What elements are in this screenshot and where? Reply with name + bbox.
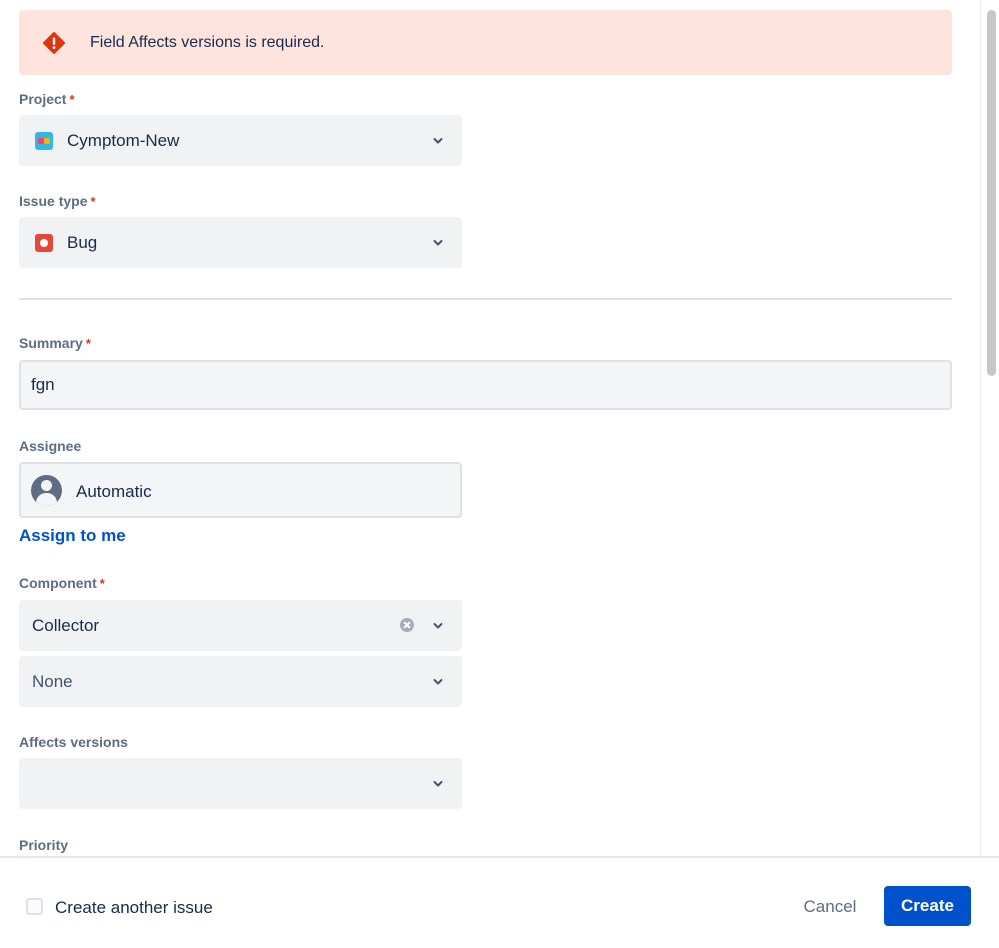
assignee-select[interactable]: Automatic	[19, 462, 462, 518]
project-label-text: Project	[19, 91, 67, 107]
priority-label-text: Priority	[19, 837, 69, 853]
chevron-down-icon	[432, 237, 444, 249]
issue-type-label: Issue type *	[19, 193, 96, 209]
create-another-label[interactable]: Create another issue	[55, 898, 213, 918]
summary-label-text: Summary	[19, 335, 83, 351]
chevron-down-icon	[432, 676, 444, 688]
required-marker: *	[85, 336, 91, 351]
create-issue-form: Field Affects versions is required. Proj…	[0, 0, 980, 856]
issue-type-select-value: Bug	[67, 233, 98, 252]
component-label-text: Component	[19, 575, 97, 591]
component-sub-select[interactable]: None	[19, 656, 462, 707]
bug-icon	[35, 234, 53, 252]
affects-versions-label: Affects versions	[19, 734, 128, 750]
summary-label: Summary *	[19, 335, 91, 351]
summary-input-value: fgn	[31, 375, 55, 394]
form-footer: Create another issue Cancel Create	[0, 856, 999, 948]
required-marker: *	[90, 194, 96, 209]
project-avatar-icon	[35, 132, 53, 150]
issue-type-label-text: Issue type	[19, 193, 88, 209]
affects-versions-select[interactable]	[19, 758, 462, 809]
chevron-down-icon	[432, 778, 444, 790]
create-button[interactable]: Create	[884, 886, 971, 926]
assignee-label: Assignee	[19, 438, 81, 454]
issue-type-select[interactable]: Bug	[19, 217, 462, 268]
error-diamond-icon	[43, 32, 65, 54]
affects-versions-label-text: Affects versions	[19, 734, 128, 750]
chevron-down-icon	[432, 620, 444, 632]
project-select-value: Cymptom-New	[67, 131, 180, 150]
component-select-value: Collector	[32, 616, 100, 635]
priority-label: Priority	[19, 837, 68, 853]
component-label: Component *	[19, 575, 105, 591]
cancel-button[interactable]: Cancel	[790, 887, 870, 927]
component-select[interactable]: Collector	[19, 600, 462, 651]
required-marker: *	[69, 92, 75, 107]
assignee-label-text: Assignee	[19, 438, 82, 454]
project-label: Project *	[19, 91, 75, 107]
assign-to-me-link[interactable]: Assign to me	[19, 526, 126, 546]
chevron-down-icon	[432, 135, 444, 147]
summary-input[interactable]: fgn	[19, 360, 952, 410]
user-avatar-icon	[31, 475, 62, 506]
section-divider	[19, 298, 952, 300]
scrollbar-thumb[interactable]	[987, 10, 996, 376]
assignee-select-value: Automatic	[76, 482, 152, 501]
required-marker: *	[99, 576, 105, 591]
project-select[interactable]: Cymptom-New	[19, 115, 462, 166]
component-sub-select-value: None	[32, 672, 73, 691]
clear-icon[interactable]	[400, 618, 414, 632]
error-banner-message: Field Affects versions is required.	[90, 34, 325, 51]
create-another-checkbox[interactable]	[26, 898, 43, 915]
